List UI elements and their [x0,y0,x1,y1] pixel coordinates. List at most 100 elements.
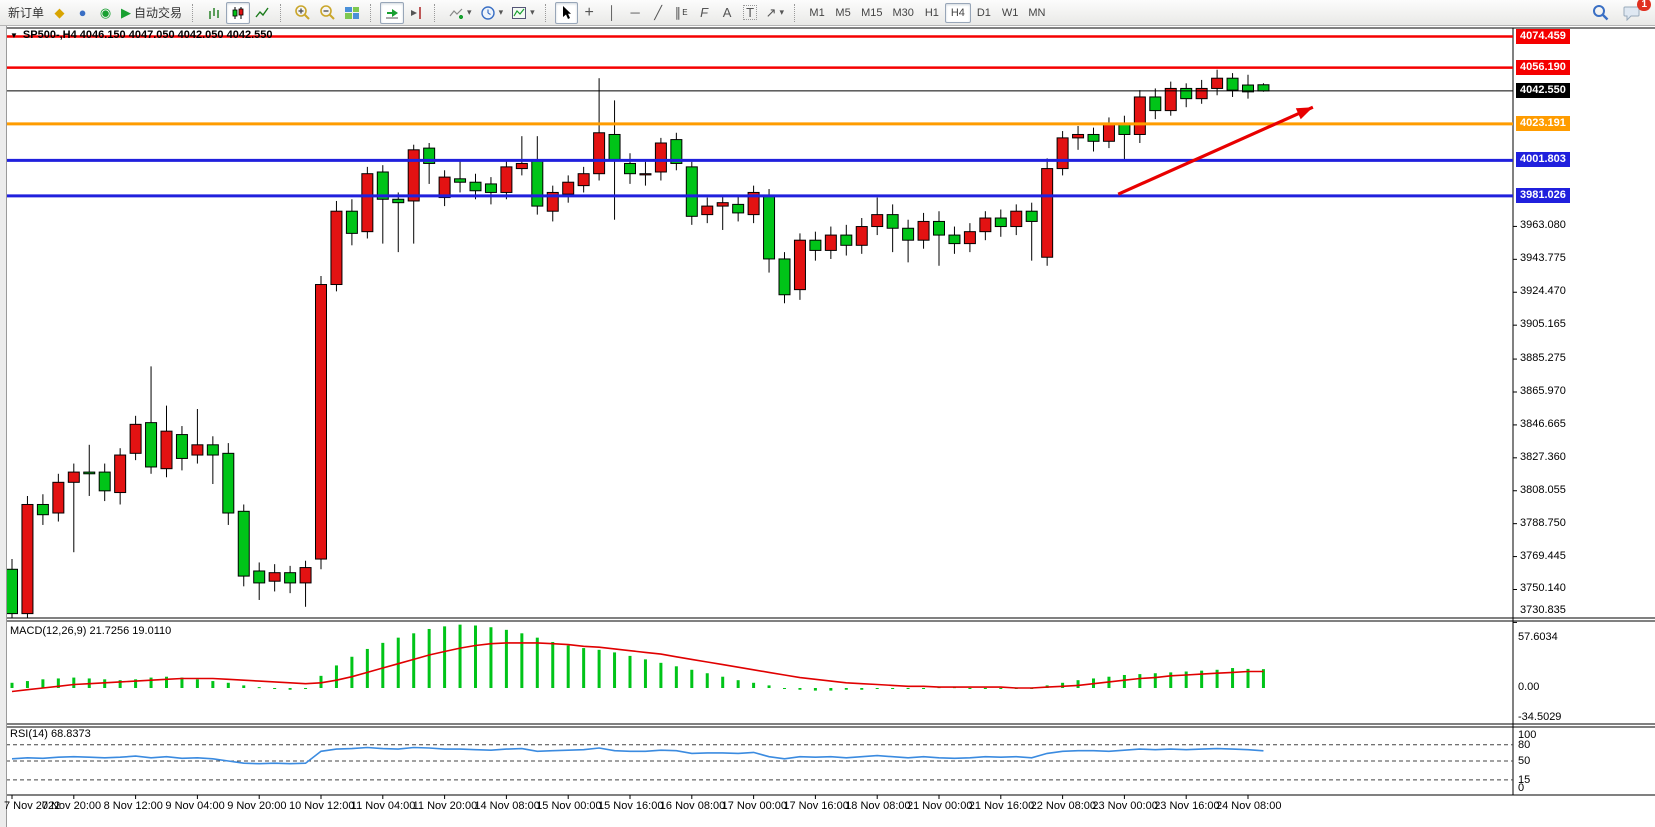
macd-histogram-bar [41,679,44,688]
signals-button[interactable]: ◉ [94,2,117,24]
candle [872,215,883,227]
navigator-button[interactable]: ● [71,2,94,24]
macd-histogram-bar [690,670,693,688]
bar-chart-button[interactable] [202,2,226,24]
equidistant-channel-button[interactable]: ∥E [670,2,693,24]
timeframe-button-MN[interactable]: MN [1023,3,1050,23]
timeframe-button-M1[interactable]: M1 [804,3,830,23]
candle [779,259,790,295]
candle [578,174,589,186]
notification-badge[interactable]: 1 [1637,0,1651,11]
time-axis-label: 16 Nov 08:00 [660,800,725,812]
chart-canvas[interactable] [0,0,1655,827]
price-level-badge: 4001.803 [1516,152,1570,167]
dropdown-icon: ▾ [530,7,535,18]
timeframe-button-W1[interactable]: W1 [997,3,1024,23]
crosshair-button[interactable]: + [578,2,601,24]
text-button[interactable]: A [716,2,739,24]
templates-button[interactable]: ▾ [507,2,539,24]
price-tick-label: 3846.665 [1520,418,1566,430]
macd-histogram-bar [876,688,879,689]
candle [192,445,203,455]
timeframe-button-D1[interactable]: D1 [971,3,997,23]
timeframe-button-H1[interactable]: H1 [919,3,945,23]
autotrading-button[interactable]: ▶ 自动交易 [117,2,186,24]
timeframe-button-H4[interactable]: H4 [945,3,971,23]
tile-windows-button[interactable] [340,2,364,24]
candle [53,482,64,513]
chart-shift-button[interactable] [404,2,428,24]
candle [516,163,527,168]
candle [1119,124,1130,134]
auto-scroll-icon [384,5,400,21]
time-axis-label: 8 Nov 12:00 [104,800,163,812]
trendline-button[interactable]: ╱ [647,2,670,24]
timeframe-button-M30[interactable]: M30 [887,3,918,23]
candle [903,228,914,240]
fibonacci-button[interactable]: F [693,2,716,24]
toolbar: 新订单 ◆ ● ◉ ▶ 自动交易 ▾ ▾ ▾ [0,0,1655,26]
new-order-button[interactable]: 新订单 [4,2,48,24]
candle [918,221,929,240]
price-tick-label: 3905.165 [1520,318,1566,330]
macd-histogram-bar [536,638,539,688]
price-tick-label: 3730.835 [1520,604,1566,616]
timeframe-button-M15[interactable]: M15 [856,3,887,23]
market-watch-button[interactable]: ◆ [48,2,71,24]
horizontal-line-button[interactable]: ─ [624,2,647,24]
macd-histogram-bar [860,688,863,690]
trend-arrow-head[interactable] [1296,107,1313,119]
candle [1196,88,1207,98]
macd-tick-label: 57.6034 [1518,631,1558,643]
price-tick-label: 3924.470 [1520,285,1566,297]
macd-histogram-bar [567,645,570,688]
macd-histogram-bar [644,659,647,688]
text-label-button[interactable]: T [739,2,762,24]
line-chart-button[interactable] [250,2,274,24]
navigator-icon: ● [79,6,87,19]
macd-histogram-bar [675,666,678,688]
macd-histogram-bar [350,657,353,688]
indicators-button[interactable]: ▾ [444,2,476,24]
candle [655,143,666,172]
time-axis-label: 18 Nov 08:00 [845,800,910,812]
toolbar-separator [545,4,551,22]
time-axis-label: 17 Nov 16:00 [783,800,848,812]
macd-tick-label: -34.5029 [1518,711,1561,723]
zoom-out-button[interactable] [315,2,340,24]
candle [825,235,836,250]
macd-histogram-bar [1169,672,1172,688]
periods-button[interactable]: ▾ [476,2,508,24]
horizontal-line-icon: ─ [631,6,640,19]
cursor-button[interactable] [555,2,578,24]
macd-histogram-bar [1061,683,1064,688]
auto-scroll-button[interactable] [380,2,404,24]
timeframe-button-M5[interactable]: M5 [830,3,856,23]
dropdown-icon: ▾ [780,7,785,18]
macd-histogram-bar [289,688,292,690]
rsi-label: RSI(14) 68.8373 [10,728,91,740]
time-axis-label: 9 Nov 20:00 [227,800,286,812]
candle [702,206,713,215]
zoom-in-button[interactable] [290,2,315,24]
candle [794,240,805,289]
candle [238,511,249,576]
vertical-line-button[interactable]: │ [601,2,624,24]
candle [84,472,95,474]
toolbar-separator [434,4,440,22]
arrows-button[interactable]: ↗ ▾ [762,2,788,24]
symbol-dropdown-icon[interactable]: ▼ [10,31,18,40]
timeframe-toolbar: M1M5M15M30H1H4D1W1MN [804,3,1050,23]
candle [810,240,821,250]
search-button[interactable] [1588,2,1613,24]
fibonacci-icon: F [700,6,708,19]
trend-arrow-line[interactable] [1118,107,1313,194]
macd-histogram-bar [366,649,369,688]
candlestick-button[interactable] [226,2,250,24]
rsi-tick-label: 0 [1518,782,1524,794]
macd-histogram-bar [1185,672,1188,688]
price-tick-label: 3769.445 [1520,550,1566,562]
dropdown-icon: ▾ [467,7,472,18]
macd-histogram-bar [907,688,910,689]
macd-histogram-bar [474,626,477,688]
